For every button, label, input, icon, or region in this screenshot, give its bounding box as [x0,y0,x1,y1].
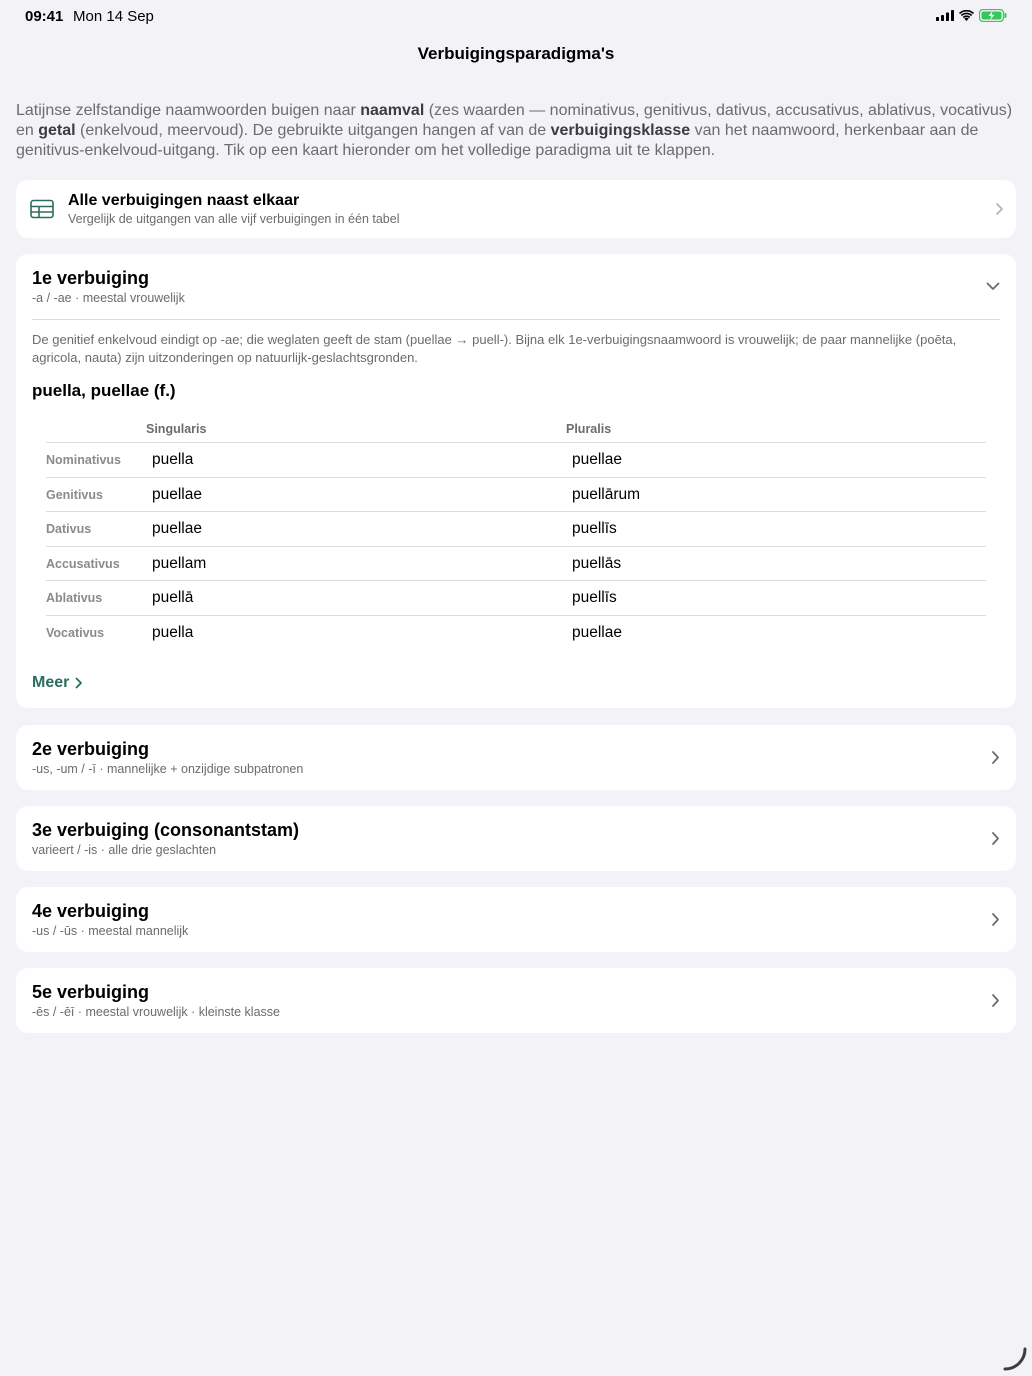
cellular-signal-icon [936,10,954,21]
more-label: Meer [32,674,70,691]
chevron-right-icon [992,913,999,926]
chevron-right-icon [992,751,999,764]
table-row: Vocativus puella puellae [46,614,986,650]
singular-form: puellā [152,589,194,606]
declension-card-4[interactable]: 4e verbuiging -us / -ūs · meestal mannel… [16,887,1016,952]
plural-form: puellās [572,554,622,572]
plural-form: puellīs [572,589,617,606]
plural-form: puellārum [572,485,641,503]
singular-form: puella [152,451,194,468]
chevron-down-icon [986,282,1000,290]
plural-form: puellīs [572,520,617,537]
lemma: puella, puellae (f.) [32,381,176,400]
page-title: Verbuigingsparadigma's [417,44,615,63]
intro-text-3: (enkelvoud, meervoud). De gebruikte uitg… [75,122,551,139]
chevron-right-icon [75,677,83,689]
status-date: Mon 14 Sep [73,8,154,25]
singular-form: puellae [152,485,202,503]
status-time: 09:41 [25,8,64,25]
battery-charging-icon [979,9,1007,22]
declension-title: 2e verbuiging [32,739,150,759]
declension-title: 5e verbuiging [32,982,150,1002]
column-header-singular: Singularis [146,422,207,436]
chevron-right-icon [996,203,1003,215]
declension-title: 1e verbuiging [32,268,150,288]
more-link[interactable]: Meer [32,674,83,692]
declension-explanation: De genitief enkelvoud eindigt op -ae; di… [32,332,957,365]
column-header-plural: Pluralis [566,422,612,436]
table-icon [30,199,54,219]
case-label: Vocativus [46,625,105,640]
intro-text-1: Latijnse zelfstandige naamwoorden buigen… [16,102,361,119]
table-row: Ablativus puellā puellīs [46,580,986,615]
chevron-right-icon [992,832,999,845]
declension-title: 4e verbuiging [32,901,150,921]
case-label: Dativus [46,522,92,536]
intro-bold-naamval: naamval [360,102,425,119]
compare-title: Alle verbuigingen naast elkaar [68,192,300,209]
declension-subtitle: -ēs / -ēī · meestal vrouwelijk · kleinst… [32,1005,280,1019]
compare-all-card[interactable]: Alle verbuigingen naast elkaar Vergelijk… [16,180,1016,238]
intro-text: Latijnse zelfstandige naamwoorden buigen… [16,101,1016,161]
status-bar: 09:41 Mon 14 Sep [0,0,1032,32]
table-row: Dativus puellae puellīs [46,511,986,546]
declension-card-1: 1e verbuiging -a / -ae · meestal vrouwel… [16,254,1016,708]
declension-subtitle: -a / -ae · meestal vrouwelijk [32,291,185,305]
compare-subtitle: Vergelijk de uitgangen van alle vijf ver… [68,212,400,226]
declension-subtitle: -us / -ūs · meestal mannelijk [32,924,189,938]
intro-bold-verbuigingsklasse: verbuigingsklasse [550,122,691,139]
resize-handle-icon[interactable] [1002,1346,1028,1372]
intro-bold-getal: getal [38,122,76,139]
singular-form: puella [152,623,194,641]
case-label: Accusativus [46,556,120,571]
case-label: Nominativus [46,453,122,467]
declension-card-3[interactable]: 3e verbuiging (consonantstam) varieert /… [16,806,1016,871]
table-row: Accusativus puellam puellās [46,545,986,581]
singular-form: puellam [152,554,207,572]
declension-card-5[interactable]: 5e verbuiging -ēs / -ēī · meestal vrouwe… [16,968,1016,1033]
declension-1-header[interactable]: 1e verbuiging -a / -ae · meestal vrouwel… [16,254,1016,318]
plural-form: puellae [572,451,622,468]
singular-form: puellae [152,520,202,537]
declension-subtitle: -us, -um / -ī · mannelijke + onzijdige s… [32,762,304,776]
table-row: Genitivus puellae puellārum [46,476,986,512]
chevron-right-icon [992,994,999,1007]
plural-form: puellae [572,623,622,641]
case-label: Ablativus [46,591,103,605]
wifi-icon [959,10,974,21]
case-label: Genitivus [46,487,103,502]
declension-card-2[interactable]: 2e verbuiging -us, -um / -ī · mannelijke… [16,725,1016,790]
table-row: Nominativus puella puellae [46,442,986,477]
status-icons [936,9,1007,22]
divider [32,319,1000,320]
declension-subtitle: varieert / -is · alle drie geslachten [32,843,217,857]
declension-title: 3e verbuiging (consonantstam) [32,820,300,840]
